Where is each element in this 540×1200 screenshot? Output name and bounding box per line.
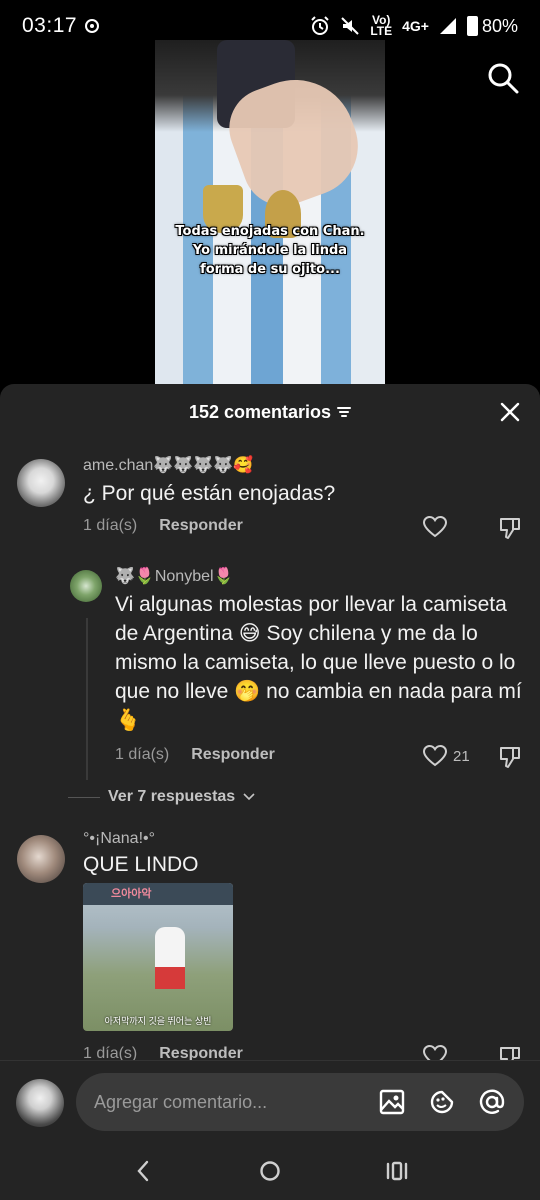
comment-username[interactable]: 🐺🌷Nonybel🌷 <box>115 566 233 586</box>
current-user-avatar <box>16 1079 64 1127</box>
view-replies-label: Ver 7 respuestas <box>108 788 236 805</box>
signal-icon <box>439 18 456 34</box>
thumb-subtitle: 아저막까지 깃을 뛰어는 상빈 <box>104 1016 212 1026</box>
system-nav-bar <box>0 1142 540 1200</box>
alarm-icon <box>311 16 330 35</box>
screen-record-icon <box>85 19 100 33</box>
view-replies-button[interactable]: Ver 7 respuestas <box>68 788 255 806</box>
recents-icon <box>386 1161 407 1181</box>
video-player[interactable]: Todas enojadas con Chan. Yo mirándole la… <box>155 40 385 385</box>
network-type: 4G+ <box>402 18 429 34</box>
volte-indicator: Vo) LTE <box>370 14 393 38</box>
status-icons: Vo) LTE 4G+ 80% <box>310 14 518 38</box>
caption-line: forma de su ojito... <box>200 262 340 277</box>
mention-icon[interactable] <box>478 1088 506 1116</box>
comment-text: Vi algunas molestas por llevar la camise… <box>115 593 522 732</box>
comment-text: QUE LINDO <box>83 853 199 876</box>
comment-input-bar <box>0 1060 540 1142</box>
avatar[interactable] <box>17 835 65 883</box>
video-caption: Todas enojadas con Chan. Yo mirándole la… <box>155 222 385 279</box>
back-icon <box>137 1160 149 1182</box>
comments-header: 152 comentarios <box>0 384 540 440</box>
dislike-icon[interactable] <box>498 516 522 540</box>
comment-input[interactable] <box>94 1073 374 1131</box>
dislike-icon[interactable] <box>498 745 522 769</box>
thumb-banner <box>83 883 233 905</box>
status-time: 03:17 <box>22 14 78 37</box>
avatar[interactable] <box>70 570 102 602</box>
chevron-down-icon <box>243 793 255 801</box>
emoji-icon[interactable] <box>428 1088 456 1116</box>
mute-icon <box>341 17 360 35</box>
battery-level: 80% <box>481 15 518 36</box>
home-button[interactable] <box>255 1156 285 1186</box>
like-button[interactable] <box>423 516 453 538</box>
home-icon <box>260 1161 280 1181</box>
comment-time: 1 día(s) <box>115 746 170 763</box>
recents-button[interactable] <box>382 1156 412 1186</box>
thumb-shorts-image <box>155 967 185 989</box>
thumb-label: 으아아악 <box>111 888 152 900</box>
volte-bottom: LTE <box>370 24 393 38</box>
like-button[interactable]: 21 <box>423 745 470 767</box>
avatar[interactable] <box>17 459 65 507</box>
comment-input-container[interactable] <box>76 1073 524 1131</box>
caption-line: Yo mirándole la linda <box>192 243 348 258</box>
like-count: 21 <box>453 747 470 765</box>
search-icon[interactable] <box>487 62 519 94</box>
comment-text: ¿ Por qué están enojadas? <box>83 482 336 505</box>
comment-username[interactable]: ame.chan🐺🐺🐺🐺🥰 <box>83 455 253 475</box>
close-icon[interactable] <box>498 400 522 424</box>
battery-icon <box>466 16 478 36</box>
comment-username[interactable]: °•¡Nana!•° <box>83 830 155 848</box>
reply-button[interactable]: Responder <box>159 517 243 535</box>
reply-button[interactable]: Responder <box>191 746 275 764</box>
comment-time: 1 día(s) <box>83 517 138 534</box>
back-button[interactable] <box>128 1156 158 1186</box>
thread-line <box>86 618 88 780</box>
comments-count: 152 comentarios <box>188 401 332 422</box>
heart-icon <box>423 745 447 767</box>
divider <box>68 796 100 798</box>
filter-icon[interactable] <box>337 406 352 418</box>
image-icon[interactable] <box>378 1088 406 1116</box>
comment-media-thumbnail[interactable]: 으아아악 아저막까지 깃을 뛰어는 상빈 <box>83 883 233 1031</box>
comment-meta: 1 día(s) Responder <box>83 517 243 535</box>
caption-line: Todas enojadas con Chan. <box>175 224 365 239</box>
heart-icon <box>423 516 447 538</box>
comment-meta: 1 día(s) Responder <box>115 746 275 764</box>
